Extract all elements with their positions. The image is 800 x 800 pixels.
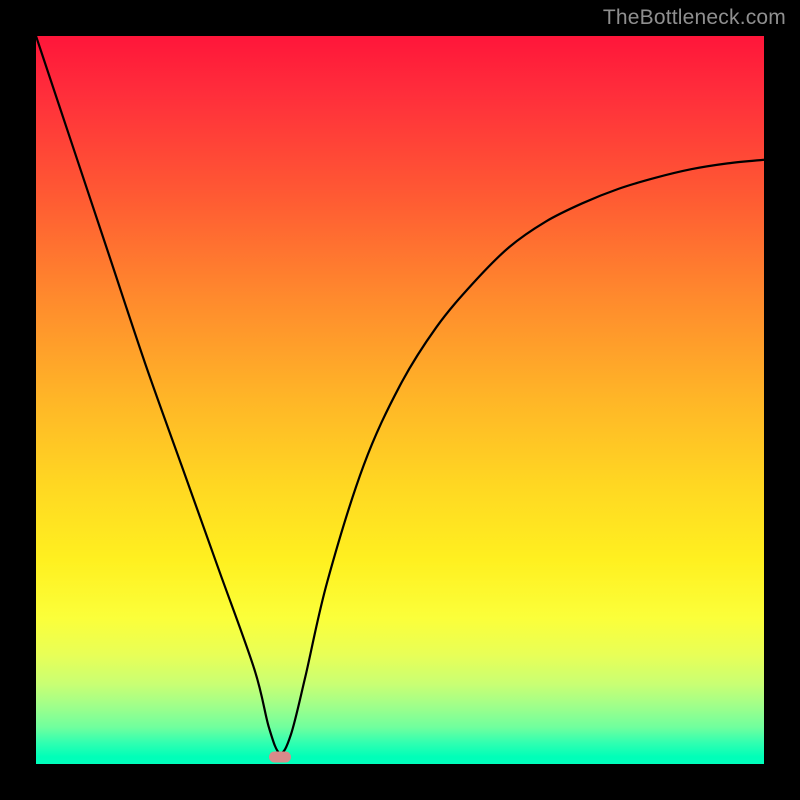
curve-layer (36, 36, 764, 764)
plot-area (36, 36, 764, 764)
bottleneck-curve (36, 36, 764, 753)
optimal-marker (269, 751, 291, 762)
watermark-text: TheBottleneck.com (603, 6, 786, 30)
chart-frame: TheBottleneck.com (0, 0, 800, 800)
